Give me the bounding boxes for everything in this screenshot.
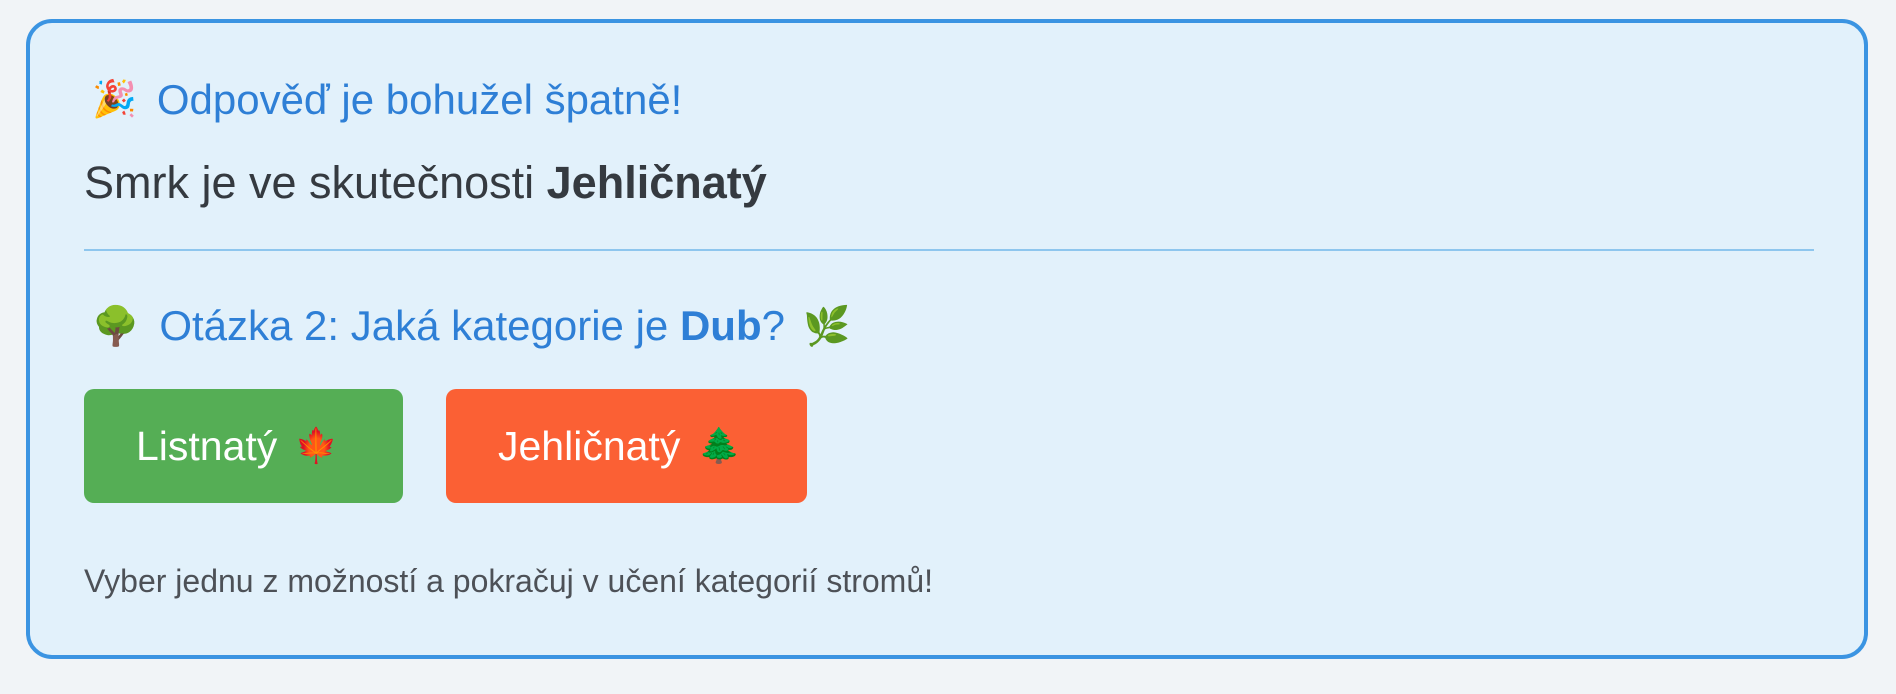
feedback-title-text: Odpověď je bohužel špatně! — [156, 76, 683, 123]
question-suffix: ? — [761, 302, 785, 349]
answer-button-jehlicnaty[interactable]: Jehličnatý 🌲 — [446, 389, 807, 503]
feedback-explanation-text: Smrk je ve skutečnosti — [84, 157, 547, 208]
quiz-card: 🎉 Odpověď je bohužel špatně! Smrk je ve … — [26, 19, 1868, 659]
party-popper-icon: 🎉 — [92, 79, 137, 120]
deciduous-tree-icon: 🌳 — [92, 304, 140, 348]
hint-text: Vyber jednu z možností a pokračuj v učen… — [84, 563, 933, 599]
answer-button-listnaty[interactable]: Listnatý 🍁 — [84, 389, 403, 503]
question-prefix: Otázka 2: Jaká kategorie je — [159, 302, 680, 349]
question-text: Otázka 2: Jaká kategorie je Dub? — [159, 305, 785, 347]
question-subject: Dub — [679, 302, 762, 349]
evergreen-tree-icon: 🌲 — [698, 426, 741, 466]
maple-leaf-icon: 🍁 — [295, 426, 338, 466]
correct-answer: Jehličnatý — [546, 157, 767, 208]
divider — [84, 249, 1814, 251]
feedback-title: 🎉 Odpověď je bohužel špatně! — [92, 79, 682, 121]
herb-icon: 🌿 — [802, 304, 851, 348]
feedback-explanation: Smrk je ve skutečnosti Jehličnatý — [84, 160, 767, 205]
answer-label: Jehličnatý — [498, 422, 681, 469]
answer-label: Listnatý — [136, 422, 278, 469]
question-heading: 🌳 Otázka 2: Jaká kategorie je Dub? 🌿 — [92, 305, 850, 347]
